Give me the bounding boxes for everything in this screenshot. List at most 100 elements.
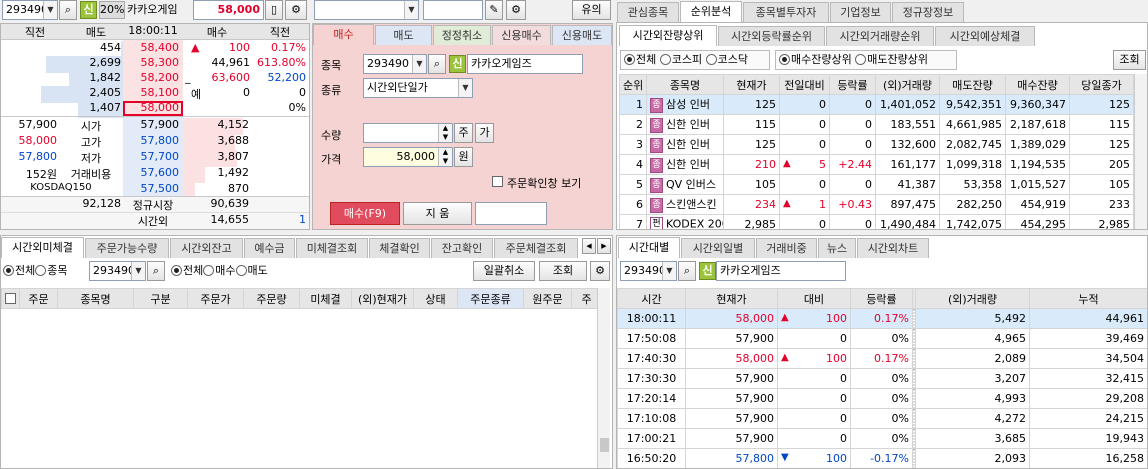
tab-balance-check[interactable]: 잔고확인 bbox=[431, 238, 493, 258]
radio-all[interactable]: 전체 bbox=[3, 264, 35, 277]
table-row[interactable]: 17:40:30 58,000 ▲ 100 0.17% 2,089 34,504 bbox=[617, 348, 1147, 369]
tab-chart[interactable]: 시간외차트 bbox=[857, 238, 929, 258]
gear-icon[interactable]: ⚙ bbox=[590, 261, 610, 281]
tab-sell[interactable]: 매도 bbox=[375, 25, 432, 45]
buy-button[interactable]: 매수(F9) bbox=[330, 202, 400, 225]
chevron-down-icon[interactable]: ▼ bbox=[131, 262, 145, 280]
table-row[interactable]: 17:30:30 57,900 0 0% 3,207 32,415 bbox=[617, 368, 1147, 389]
tab-unfilled-query[interactable]: 미체결조회 bbox=[296, 238, 368, 258]
tab-investor[interactable]: 종목별투자자 bbox=[743, 2, 829, 22]
account-select[interactable]: ▼ bbox=[314, 0, 419, 20]
order-code-input[interactable]: 293490 ▼ bbox=[363, 54, 427, 74]
gear-icon[interactable]: ⚙ bbox=[285, 0, 307, 20]
scope-radio-group: 전체 종목 bbox=[3, 263, 68, 279]
tab-buy[interactable]: 매수 bbox=[313, 24, 374, 45]
tab-news[interactable]: 뉴스 bbox=[818, 238, 856, 258]
qty-max-button[interactable]: 가 bbox=[475, 123, 494, 143]
table-row[interactable]: 17:20:14 57,900 0 0% 4,993 29,208 bbox=[617, 388, 1147, 409]
select-all-checkbox[interactable] bbox=[5, 293, 16, 304]
qty-unit-button[interactable]: 주 bbox=[454, 123, 473, 143]
radio-stock[interactable]: 종목 bbox=[35, 264, 68, 277]
tab-regular-info[interactable]: 정규장정보 bbox=[892, 2, 964, 22]
radio-sell[interactable]: 매도 bbox=[235, 264, 268, 277]
tab-company[interactable]: 기업정보 bbox=[830, 2, 891, 22]
tab-by-time[interactable]: 시간대별 bbox=[618, 237, 680, 258]
table-row[interactable]: 18:00:11 58,000 ▲ 100 0.17% 5,492 44,961 bbox=[617, 308, 1147, 329]
tab-order-fill[interactable]: 주문체결조회 bbox=[494, 238, 578, 258]
table-row[interactable]: 3 종 신한 인버 125 0 0 132,600 2,082,745 1,389,029 125 bbox=[619, 134, 1134, 155]
tab-orderable[interactable]: 주문가능수량 bbox=[85, 238, 169, 258]
bid-row: 58,000 고가 57,800 3,688 bbox=[18, 134, 250, 149]
tab-unfilled[interactable]: 시간외미체결 bbox=[1, 237, 84, 258]
table-row[interactable]: 5 종 QV 인버스 105 0 0 41,387 53,358 1,015,527 105 bbox=[619, 174, 1134, 195]
order-type-select[interactable]: 시간외단일가 ▼ bbox=[363, 78, 473, 98]
table-row[interactable]: 17:10:08 57,900 0 0% 4,272 24,215 bbox=[617, 408, 1147, 429]
radio-all[interactable]: 전체 bbox=[624, 53, 656, 66]
tab-ranking[interactable]: 순위분석 bbox=[680, 1, 742, 22]
tab-watchlist[interactable]: 관심종목 bbox=[617, 2, 679, 22]
table-row[interactable]: 7 펀 KODEX 200 2,985 0 0 1,490,484 1,742,075 454,… bbox=[619, 214, 1134, 229]
table-row[interactable]: 4 종 신한 인버 210 ▲ 5 +2.44 161,177 1,099,318 1,194,5… bbox=[619, 154, 1134, 175]
tab-fill-check[interactable]: 체결확인 bbox=[369, 238, 430, 258]
search-icon[interactable]: ⌕ bbox=[428, 54, 446, 74]
time-code-input[interactable]: 293490 ▼ bbox=[620, 261, 677, 281]
radio-buy[interactable]: 매수 bbox=[203, 264, 236, 277]
table-row[interactable]: 1 종 삼성 인버 125 0 0 1,401,052 9,542,351 9,360,347 1… bbox=[619, 94, 1134, 115]
tab-balance[interactable]: 시간외잔고 bbox=[170, 238, 243, 258]
tab-daily[interactable]: 시간외일별 bbox=[681, 238, 755, 258]
query-button[interactable]: 조회 bbox=[1113, 50, 1146, 70]
tab-next-icon[interactable]: ▶ bbox=[597, 238, 611, 254]
tab-weight[interactable]: 거래비중 bbox=[756, 238, 817, 258]
spinner-icon[interactable]: ▲ ▼ bbox=[438, 148, 452, 166]
password-input[interactable] bbox=[423, 0, 483, 20]
chevron-down-icon[interactable]: ▼ bbox=[662, 262, 676, 280]
edit-icon[interactable]: ✎ bbox=[485, 0, 503, 20]
subtab-after-hours-remain[interactable]: 시간외잔량상위 bbox=[619, 25, 717, 46]
stock-name: 신한 인버 bbox=[666, 158, 710, 172]
radio-kospi[interactable]: 코스피 bbox=[659, 53, 702, 66]
radio-buy-remain[interactable]: 매수잔량상위 bbox=[779, 53, 852, 66]
chevron-down-icon[interactable]: ▼ bbox=[404, 1, 418, 19]
search-icon[interactable]: ⌕ bbox=[147, 261, 165, 281]
radio-sell-remain[interactable]: 매도잔량상위 bbox=[855, 53, 928, 66]
cancel-all-button[interactable]: 일괄취소 bbox=[473, 261, 535, 281]
tab-deposit[interactable]: 예수금 bbox=[244, 238, 295, 258]
stock-code-input[interactable]: 293490 ▼ bbox=[2, 0, 58, 20]
tab-modify-cancel[interactable]: 정정취소 bbox=[433, 25, 491, 45]
scrollbar[interactable] bbox=[1134, 74, 1147, 229]
scrollbar[interactable] bbox=[597, 288, 610, 468]
gear-icon[interactable]: ⚙ bbox=[506, 0, 526, 20]
table-row[interactable]: 6 종 스킨앤스킨 234 ▲ 1 +0.43 897,475 282,250 454,919 23… bbox=[619, 194, 1134, 215]
radio-all[interactable]: 전체 bbox=[171, 264, 203, 277]
time-table-wrap: 시간 현재가 대비 등락률 (외)거래량 누적 18:00:11 58,000 ▲ 100 0.1… bbox=[617, 288, 1147, 468]
unfilled-code-input[interactable]: 293490 ▼ bbox=[89, 261, 146, 281]
subtab-after-hours-volume[interactable]: 시간외거래량순위 bbox=[826, 26, 934, 46]
tab-credit-sell[interactable]: 신용매도 bbox=[552, 25, 612, 45]
price-unit-button[interactable]: 원 bbox=[454, 147, 473, 167]
clear-button[interactable]: 지 움 bbox=[403, 202, 472, 225]
chevron-down-icon[interactable]: ▼ bbox=[412, 55, 426, 73]
chevron-down-icon[interactable]: ▼ bbox=[43, 1, 57, 19]
spinner-icon[interactable]: ▲ ▼ bbox=[438, 124, 452, 142]
query-button[interactable]: 조회 bbox=[539, 261, 587, 281]
table-row[interactable]: 2 종 신한 인버 115 0 0 183,551 4,661,985 2,187,618 115 bbox=[619, 114, 1134, 135]
qty-input[interactable]: ▲ ▼ bbox=[363, 123, 453, 143]
tab-prev-icon[interactable]: ◀ bbox=[582, 238, 596, 254]
subtab-after-hours-change[interactable]: 시간외등락률순위 bbox=[718, 26, 825, 46]
price-input[interactable]: 58,000 ▲ ▼ bbox=[363, 147, 453, 167]
tab-credit-buy[interactable]: 신용매수 bbox=[492, 25, 551, 45]
table-row[interactable]: 16:50:20 57,800 ▼ 100 -0.17% 2,093 16,258 bbox=[617, 448, 1147, 468]
chevron-down-icon[interactable]: ▼ bbox=[458, 79, 472, 97]
table-row[interactable]: 17:00:21 57,900 0 0% 3,685 19,943 bbox=[617, 428, 1147, 449]
caution-button[interactable]: 유의 bbox=[572, 0, 611, 20]
search-icon[interactable]: ⌕ bbox=[678, 261, 696, 281]
subtab-after-hours-expected[interactable]: 시간외예상체결 bbox=[935, 26, 1035, 46]
order-extra-field[interactable] bbox=[475, 202, 547, 225]
confirm-checkbox[interactable] bbox=[492, 176, 503, 187]
chart-icon[interactable]: ▯ bbox=[265, 0, 283, 20]
search-icon[interactable]: ⌕ bbox=[59, 0, 77, 20]
ask-row: 2,405 58,100 예 0 0 bbox=[89, 86, 307, 101]
radio-kosdaq[interactable]: 코스닥 bbox=[705, 53, 748, 66]
table-row[interactable]: 17:50:08 57,900 0 0% 4,965 39,469 bbox=[617, 328, 1147, 349]
current-price: 58,000 bbox=[193, 0, 264, 20]
